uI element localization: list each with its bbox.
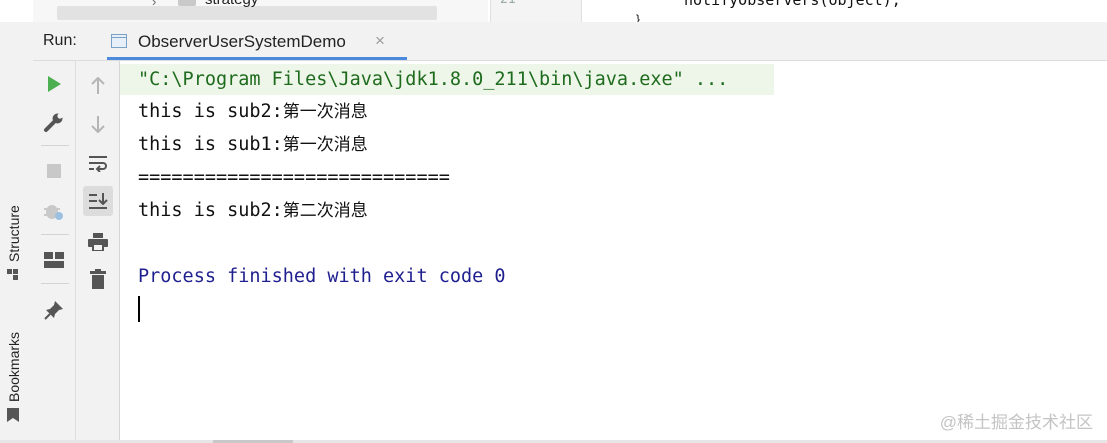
console-line: this is sub2:第二次消息: [138, 196, 368, 226]
tree-chevron-icon[interactable]: ›: [152, 0, 156, 9]
console-line: this is sub1:第一次消息: [138, 130, 368, 160]
bookmarks-tab[interactable]: Bookmarks: [6, 332, 22, 422]
bookmark-icon: [6, 408, 22, 422]
debug-bug-icon[interactable]: [39, 196, 69, 226]
pin-icon[interactable]: [39, 295, 69, 325]
left-tool-stripe: Structure Bookmarks: [0, 22, 34, 443]
console-output[interactable]: "C:\Program Files\Java\jdk1.8.0_211\bin\…: [120, 61, 1107, 443]
console-line-prefix: ============================: [138, 167, 450, 188]
console-line-prefix: this is sub2:: [138, 200, 283, 221]
structure-tab-label: Structure: [6, 205, 22, 262]
run-tab[interactable]: ObserverUserSystemDemo ×: [107, 22, 407, 60]
console-line: this is sub2:第一次消息: [138, 97, 368, 127]
structure-icon: [6, 268, 22, 280]
text-caret: [138, 296, 140, 322]
run-tab-title: ObserverUserSystemDemo: [138, 32, 346, 51]
console-line-prefix: this is sub1:: [138, 134, 283, 155]
arrow-up-icon[interactable]: [83, 71, 113, 101]
soft-wrap-icon[interactable]: [83, 148, 113, 178]
close-icon[interactable]: ×: [375, 31, 385, 51]
folder-icon: [178, 0, 196, 6]
project-tree-selection: [57, 6, 437, 20]
run-window-header: Run: ObserverUserSystemDemo ×: [33, 22, 1107, 61]
run-icon[interactable]: [39, 69, 69, 99]
active-tab-indicator: [107, 57, 407, 60]
watermark: @稀土掘金技术社区: [939, 413, 1093, 432]
command-line: "C:\Program Files\Java\jdk1.8.0_211\bin\…: [138, 69, 729, 90]
editor-top-strip: › strategy 21 notifyObservers(object); }: [0, 0, 1107, 23]
console-line-message: 第二次消息: [282, 201, 368, 221]
stop-icon[interactable]: [39, 156, 69, 186]
console-line-prefix: this is sub2:: [138, 101, 283, 122]
console-separator-line: ============================: [138, 163, 450, 193]
run-toolbar-secondary: [76, 61, 120, 443]
arrow-down-icon[interactable]: [83, 109, 113, 139]
run-label: Run:: [43, 32, 77, 49]
process-finished-line: Process finished with exit code 0: [138, 266, 506, 287]
run-toolbar-primary: [33, 61, 76, 443]
console-line-message: 第一次消息: [282, 102, 368, 122]
structure-tab[interactable]: Structure: [6, 205, 22, 280]
layout-icon[interactable]: [39, 245, 69, 275]
wrench-icon[interactable]: [39, 107, 69, 137]
scroll-to-end-icon[interactable]: [83, 186, 113, 216]
print-icon[interactable]: [83, 227, 113, 257]
line-number: 21: [500, 0, 516, 7]
tree-item-label[interactable]: strategy: [205, 0, 258, 8]
console-line-message: 第一次消息: [282, 135, 368, 155]
code-line[interactable]: notifyObservers(object);: [684, 0, 901, 9]
bookmarks-tab-label: Bookmarks: [6, 331, 22, 402]
console-icon: [111, 34, 127, 48]
trash-icon[interactable]: [83, 264, 113, 294]
